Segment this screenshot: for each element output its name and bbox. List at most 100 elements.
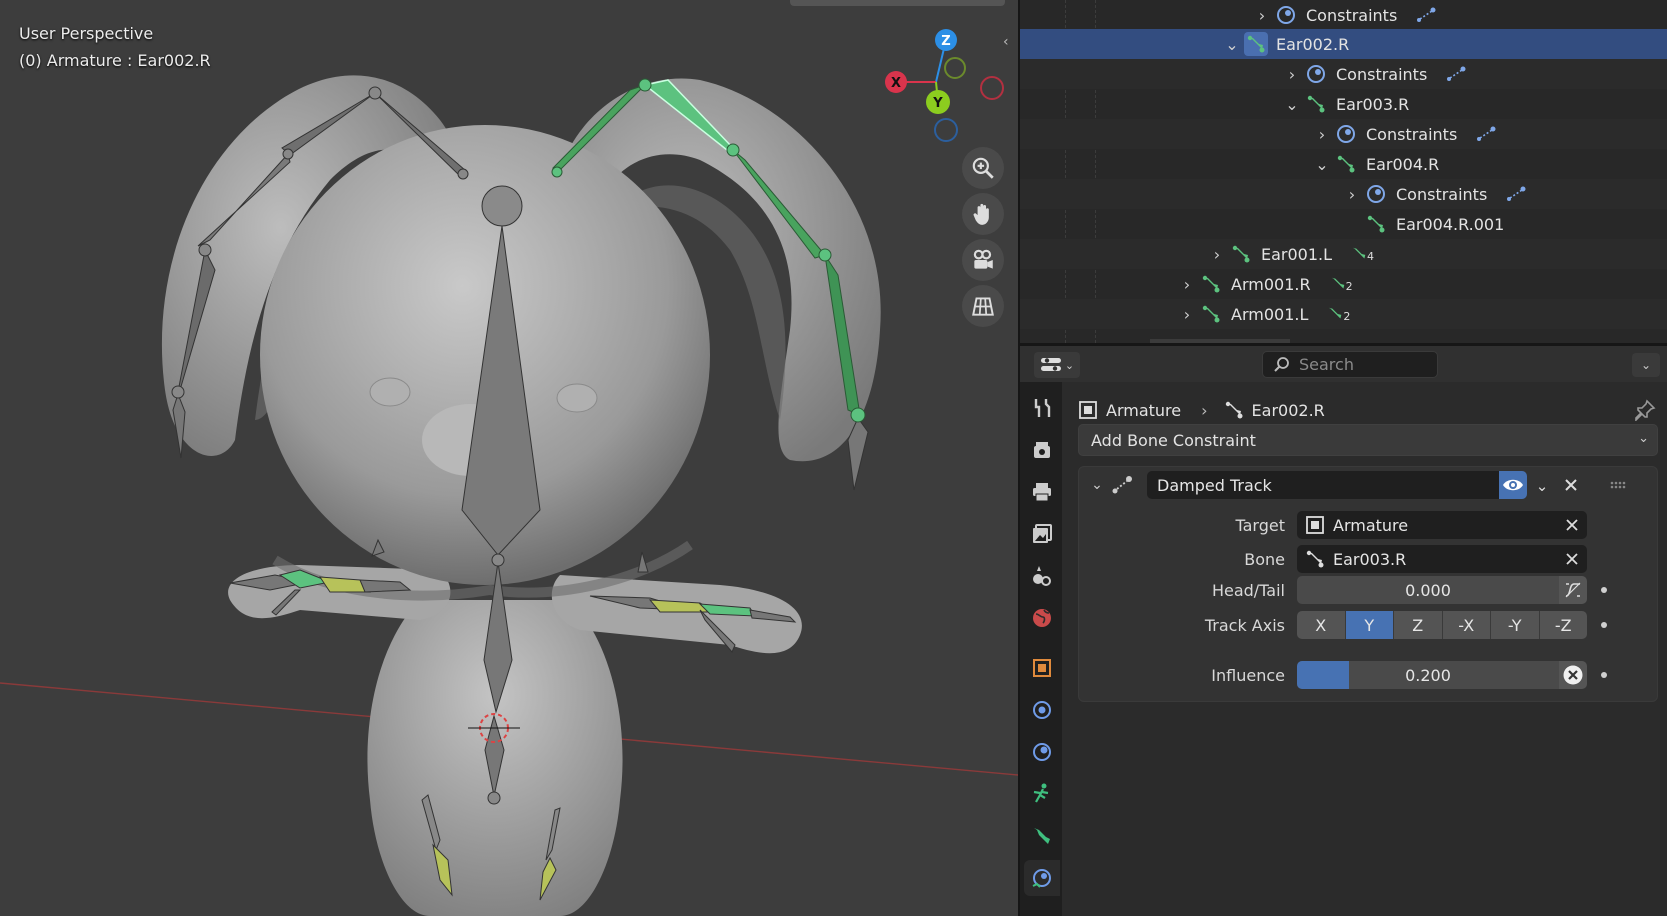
- clear-bone-icon[interactable]: [1565, 551, 1579, 570]
- object-icon: [1079, 401, 1097, 419]
- collapse-chevron-icon[interactable]: ⌄: [1310, 149, 1334, 179]
- axis-neg-z-icon[interactable]: [934, 118, 958, 142]
- axis-neg-y-icon[interactable]: [944, 57, 966, 79]
- outliner-row[interactable]: › Arm001.R 2: [1020, 269, 1667, 299]
- track-axis-label: Track Axis: [1204, 616, 1285, 635]
- drag-handle-icon[interactable]: [1607, 477, 1629, 493]
- outliner-row[interactable]: › Constraints: [1020, 0, 1667, 30]
- outliner-row-selected[interactable]: ⌄ Ear002.R: [1020, 29, 1667, 59]
- editor-type-button[interactable]: ⌄: [1034, 352, 1080, 378]
- bone-tab[interactable]: [1024, 818, 1060, 854]
- outliner-label: Ear003.R: [1336, 94, 1410, 114]
- bone-icon: [1199, 302, 1223, 326]
- expand-chevron-icon[interactable]: ›: [1250, 0, 1274, 30]
- collapse-chevron-icon[interactable]: ⌄: [1220, 29, 1244, 59]
- chevron-down-icon: ⌄: [1638, 431, 1649, 446]
- expand-chevron-icon[interactable]: ›: [1310, 119, 1334, 149]
- render-tab[interactable]: [1024, 432, 1060, 468]
- camera-icon[interactable]: [962, 239, 1004, 281]
- track-axis-z-button[interactable]: Z: [1394, 611, 1443, 639]
- armature-data-icon: [1033, 783, 1049, 803]
- child-count: 4: [1367, 250, 1375, 263]
- hand-icon[interactable]: [962, 193, 1004, 235]
- options-dropdown[interactable]: ⌄: [1632, 353, 1660, 377]
- headtail-slider[interactable]: 0.000: [1297, 576, 1559, 604]
- bone-field[interactable]: Ear003.R: [1297, 545, 1587, 573]
- expand-chevron-icon[interactable]: ›: [1175, 299, 1199, 329]
- outliner-label: Arm001.L: [1231, 304, 1309, 324]
- output-tab[interactable]: [1024, 474, 1060, 510]
- outliner-row[interactable]: › Constraints: [1020, 119, 1667, 149]
- track-axis-neg-z-button[interactable]: -Z: [1539, 611, 1587, 639]
- output-icon: [1033, 483, 1051, 502]
- properties-tabbar: [1020, 382, 1062, 916]
- bone-constraint-icon: [1032, 869, 1051, 888]
- panel-collapse-chevron-icon[interactable]: ⌄: [1087, 475, 1107, 495]
- add-bone-constraint-button[interactable]: Add Bone Constraint ⌄: [1078, 424, 1658, 456]
- follow-bbone-icon[interactable]: [1559, 576, 1587, 604]
- axis-neg-x-icon[interactable]: [980, 76, 1004, 100]
- 3d-viewport[interactable]: User Perspective (0) Armature : Ear002.R…: [0, 0, 1018, 916]
- track-axis-neg-x-button[interactable]: -X: [1442, 611, 1491, 639]
- chevron-right-icon: ›: [1201, 400, 1208, 420]
- scene-tab[interactable]: [1024, 558, 1060, 594]
- visibility-toggle[interactable]: [1499, 471, 1527, 499]
- object-tab[interactable]: [1024, 650, 1060, 686]
- close-icon[interactable]: [1559, 473, 1583, 497]
- bone-icon: [1334, 152, 1358, 176]
- disable-keep-transform-icon[interactable]: [1559, 661, 1587, 689]
- bone-icon: [1244, 32, 1268, 56]
- zoom-icon[interactable]: [962, 147, 1004, 189]
- object-constraint-tab[interactable]: [1024, 734, 1060, 770]
- outliner-row[interactable]: › Ear001.L 4: [1020, 239, 1667, 269]
- bone-constraint-tab[interactable]: [1024, 860, 1060, 896]
- collapse-chevron-icon[interactable]: ⌄: [1280, 89, 1304, 119]
- constraint-link-icon: [1415, 6, 1437, 24]
- track-axis-y-button[interactable]: Y: [1345, 611, 1394, 639]
- scene-render[interactable]: [0, 0, 1018, 916]
- object-data-tab[interactable]: [1024, 776, 1060, 812]
- outliner-row[interactable]: ⌄ Ear004.R: [1020, 149, 1667, 179]
- viewport-header-fragment[interactable]: [790, 0, 1005, 6]
- outliner-row[interactable]: › Constraints: [1020, 59, 1667, 89]
- constraint-name-field[interactable]: Damped Track: [1147, 471, 1499, 499]
- outliner[interactable]: › Constraints ⌄ Ear002.R › Constraints ⌄…: [1020, 0, 1667, 343]
- track-axis-x-button[interactable]: X: [1297, 611, 1346, 639]
- outliner-row[interactable]: › Arm001.L 2: [1020, 299, 1667, 329]
- properties-editor[interactable]: ⌄ Search ⌄ Armature › Ear002.R Add Bone …: [1020, 346, 1667, 916]
- grid-icon[interactable]: [962, 285, 1004, 327]
- track-axis-selector[interactable]: X Y Z -X -Y -Z: [1297, 611, 1587, 639]
- view-layer-tab[interactable]: [1024, 516, 1060, 552]
- outliner-row[interactable]: Ear004.R.001: [1020, 209, 1667, 239]
- expand-chevron-icon[interactable]: ›: [1340, 179, 1364, 209]
- influence-slider[interactable]: 0.200: [1297, 661, 1559, 689]
- constraint-menu-chevron-icon[interactable]: ⌄: [1531, 475, 1553, 497]
- child-bones-icon: 2: [1326, 305, 1350, 323]
- pin-icon[interactable]: [1634, 399, 1656, 421]
- outliner-row[interactable]: ⌄ Ear003.R: [1020, 89, 1667, 119]
- search-input[interactable]: Search: [1262, 351, 1438, 378]
- physics-tab[interactable]: [1024, 692, 1060, 728]
- world-tab[interactable]: [1024, 600, 1060, 636]
- keyframe-dot-icon[interactable]: [1601, 672, 1607, 678]
- outliner-row[interactable]: › Constraints: [1020, 179, 1667, 209]
- keyframe-dot-icon[interactable]: [1601, 622, 1607, 628]
- child-count: 2: [1343, 310, 1351, 323]
- expand-chevron-icon[interactable]: ›: [1280, 59, 1304, 89]
- track-axis-neg-y-button[interactable]: -Y: [1491, 611, 1540, 639]
- target-field[interactable]: Armature: [1297, 511, 1587, 539]
- clear-target-icon[interactable]: [1565, 517, 1579, 536]
- view-layer-icon: [1033, 524, 1052, 543]
- outliner-label: Ear004.R: [1366, 154, 1440, 174]
- tool-tab[interactable]: [1024, 390, 1060, 426]
- search-icon: [1274, 356, 1289, 372]
- target-label: Target: [1235, 516, 1286, 535]
- properties-editor-icon: [1040, 358, 1061, 371]
- child-count: 2: [1345, 280, 1353, 293]
- expand-chevron-icon[interactable]: ›: [1205, 239, 1229, 269]
- bone-icon: [1229, 242, 1253, 266]
- keyframe-dot-icon[interactable]: [1601, 587, 1607, 593]
- outliner-row-partial[interactable]: [1020, 329, 1667, 343]
- navigation-gizmo[interactable]: Z X Y: [870, 24, 1010, 144]
- expand-chevron-icon[interactable]: ›: [1175, 269, 1199, 299]
